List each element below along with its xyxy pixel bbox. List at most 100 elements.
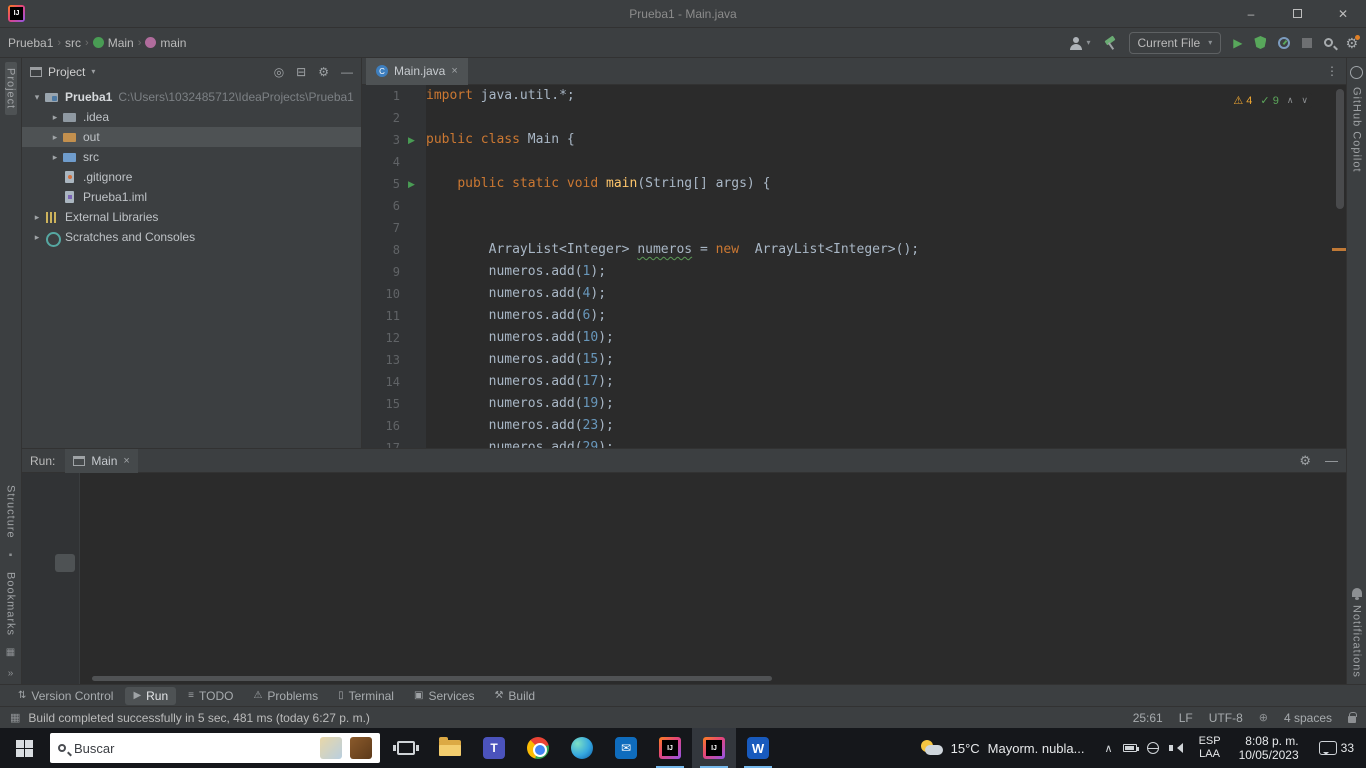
tree-row[interactable]: ▸ Scratches and Consoles bbox=[22, 227, 361, 247]
console-toolbar-icon[interactable] bbox=[55, 604, 75, 622]
favorites-icon[interactable]: ▪ bbox=[9, 545, 13, 566]
run-gutter-icon[interactable] bbox=[408, 129, 426, 151]
teams-button[interactable]: T bbox=[472, 728, 516, 768]
tool-window-button[interactable]: ≡ TODO bbox=[180, 687, 241, 705]
tree-row[interactable]: ▾ Prueba1 C:\Users\1032485712\IdeaProjec… bbox=[22, 87, 361, 107]
lock-icon[interactable] bbox=[1348, 711, 1357, 723]
warning-stripe-mark[interactable] bbox=[1332, 248, 1346, 251]
coverage-button[interactable] bbox=[1254, 36, 1267, 49]
file-explorer-button[interactable] bbox=[428, 728, 472, 768]
console-toolbar-icon[interactable] bbox=[26, 504, 46, 522]
line-separator[interactable]: LF bbox=[1179, 711, 1193, 725]
locate-file-icon[interactable]: ◎ bbox=[274, 65, 284, 79]
run-configuration-dropdown[interactable]: Current File ▾ bbox=[1128, 31, 1222, 54]
profile-button[interactable]: ▾ bbox=[1069, 36, 1091, 50]
tool-window-button[interactable]: ▣ Services bbox=[406, 687, 482, 705]
minimize-button[interactable]: – bbox=[1228, 0, 1274, 28]
edge-button[interactable] bbox=[560, 728, 604, 768]
console-horizontal-scrollbar[interactable] bbox=[92, 676, 772, 681]
tree-row[interactable]: ▸ .idea bbox=[22, 107, 361, 127]
console-toolbar-icon[interactable] bbox=[55, 629, 75, 647]
console-toolbar-icon[interactable] bbox=[26, 554, 46, 572]
word-button[interactable]: W bbox=[736, 728, 780, 768]
tree-row[interactable]: .gitignore bbox=[22, 167, 361, 187]
network-icon[interactable] bbox=[1146, 742, 1159, 754]
editor-tab-main-java[interactable]: Main.java × bbox=[366, 57, 468, 85]
console-output[interactable] bbox=[80, 473, 1346, 684]
clock[interactable]: 8:08 p. m. 10/05/2023 bbox=[1229, 734, 1309, 762]
status-grid-icon[interactable]: ▦ bbox=[10, 711, 20, 724]
prev-problem-icon[interactable]: ∧ bbox=[1287, 95, 1294, 106]
breadcrumb-item[interactable]: main bbox=[145, 36, 190, 50]
console-toolbar-icon[interactable] bbox=[54, 554, 75, 572]
hide-panel-icon[interactable]: — bbox=[1325, 453, 1338, 468]
outlook-button[interactable]: ✉ bbox=[604, 728, 648, 768]
run-button[interactable]: ▶ bbox=[1233, 36, 1242, 50]
tool-window-button[interactable]: ⚠ Problems bbox=[245, 687, 326, 705]
start-button[interactable] bbox=[2, 728, 46, 768]
inspections-widget[interactable]: ⚠ 4 ✓ 9 ∧ ∨ bbox=[1229, 93, 1312, 108]
settings-gear-icon[interactable]: ⚙ bbox=[1345, 34, 1360, 50]
menu-item[interactable] bbox=[123, 10, 139, 18]
search-everywhere-icon[interactable] bbox=[1324, 38, 1334, 47]
next-problem-icon[interactable]: ∨ bbox=[1301, 95, 1308, 106]
menu-item[interactable] bbox=[87, 10, 103, 18]
intellij-button-2-active[interactable] bbox=[692, 728, 736, 768]
chevron-down-icon[interactable]: ▾ bbox=[91, 67, 95, 76]
tool-stripe-bookmarks[interactable]: Bookmarks bbox=[5, 566, 17, 642]
close-tab-icon[interactable]: × bbox=[451, 65, 457, 77]
file-encoding[interactable]: UTF-8 bbox=[1209, 711, 1243, 725]
tool-window-button[interactable]: ⇅ Version Control bbox=[10, 687, 121, 705]
close-button[interactable]: ✕ bbox=[1320, 0, 1366, 28]
indent-setting[interactable]: 4 spaces bbox=[1284, 711, 1332, 725]
console-toolbar-icon[interactable] bbox=[26, 604, 46, 622]
menu-item[interactable] bbox=[213, 10, 229, 18]
menu-item[interactable] bbox=[141, 10, 157, 18]
breadcrumb-item[interactable]: src › bbox=[65, 36, 89, 50]
menu-item[interactable] bbox=[33, 10, 49, 18]
console-toolbar-icon[interactable] bbox=[26, 529, 46, 547]
taskbar-search[interactable]: Buscar bbox=[50, 733, 380, 763]
battery-icon[interactable] bbox=[1122, 744, 1139, 752]
close-tab-icon[interactable]: × bbox=[123, 455, 129, 467]
tree-expand-arrow[interactable]: ▾ bbox=[30, 92, 44, 103]
hide-panel-icon[interactable]: — bbox=[341, 65, 353, 79]
maximize-button[interactable] bbox=[1274, 0, 1320, 28]
tool-stripe-copilot[interactable]: GitHub Copilot bbox=[1351, 81, 1363, 179]
breadcrumb-item[interactable]: Main › bbox=[92, 36, 141, 50]
menu-item[interactable] bbox=[195, 10, 211, 18]
console-toolbar-icon[interactable] bbox=[26, 629, 46, 647]
task-view-button[interactable] bbox=[384, 728, 428, 768]
run-gutter-icon[interactable] bbox=[408, 173, 426, 195]
tool-stripe-notifications[interactable]: Notifications bbox=[1351, 599, 1363, 684]
intellij-button-1[interactable] bbox=[648, 728, 692, 768]
console-toolbar-icon[interactable] bbox=[55, 579, 75, 597]
collapse-all-icon[interactable]: ⊟ bbox=[296, 65, 306, 79]
panel-settings-gear-icon[interactable]: ⚙ bbox=[318, 65, 329, 79]
menu-item[interactable] bbox=[177, 10, 193, 18]
breadcrumb-item[interactable]: Prueba1 › bbox=[8, 36, 61, 50]
tree-row[interactable]: ▸ out bbox=[22, 127, 361, 147]
tool-stripe-grid-icon[interactable]: ▦ bbox=[6, 642, 15, 663]
tree-expand-arrow[interactable]: ▸ bbox=[48, 152, 62, 163]
editor-options-icon[interactable]: ⋮ bbox=[1326, 64, 1338, 78]
tray-expand-chevron[interactable]: ∧ bbox=[1105, 742, 1113, 755]
tool-stripe-structure[interactable]: Structure bbox=[5, 479, 17, 545]
build-hammer-icon[interactable] bbox=[1103, 36, 1117, 50]
tool-window-button[interactable]: ▯ Terminal bbox=[330, 687, 402, 705]
tree-expand-arrow[interactable]: ▸ bbox=[48, 112, 62, 123]
search-highlight-thumbnail[interactable] bbox=[320, 737, 342, 759]
status-message[interactable]: Build completed successfully in 5 sec, 4… bbox=[28, 711, 370, 725]
profiler-button[interactable] bbox=[1278, 36, 1291, 49]
weather-widget[interactable]: 15°C Mayorm. nubla... bbox=[909, 728, 1097, 768]
run-settings-gear-icon[interactable]: ⚙ bbox=[1299, 453, 1311, 469]
menu-item[interactable] bbox=[159, 10, 175, 18]
tree-expand-arrow[interactable]: ▸ bbox=[48, 132, 62, 143]
code-editor[interactable]: 1 import java.util.*; 2 3 ▶ public class… bbox=[362, 85, 1346, 448]
notifications-bell-icon[interactable] bbox=[1351, 588, 1362, 601]
globe-icon[interactable]: ⊕ bbox=[1259, 711, 1268, 724]
menu-item[interactable] bbox=[105, 10, 121, 18]
console-toolbar-icon[interactable] bbox=[26, 579, 46, 597]
tree-row[interactable]: Prueba1.iml bbox=[22, 187, 361, 207]
caret-position[interactable]: 25:61 bbox=[1133, 711, 1163, 725]
